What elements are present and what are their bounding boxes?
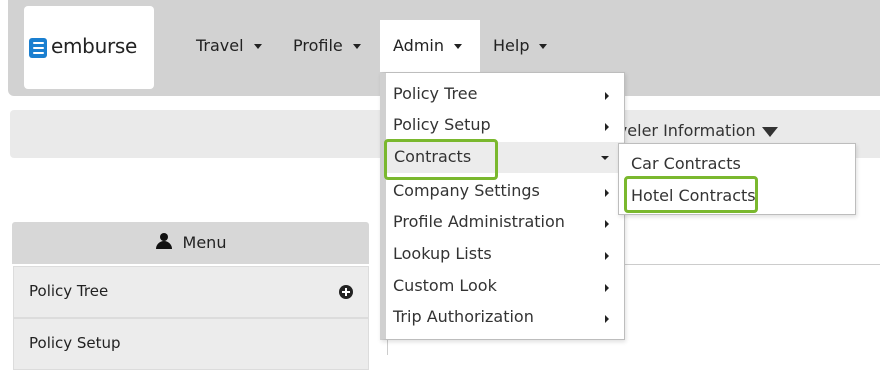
menu-item-label: Company Settings xyxy=(393,181,540,200)
nav-help-label: Help xyxy=(493,36,530,55)
chevron-right-icon xyxy=(605,189,609,197)
emburse-logo-icon xyxy=(29,38,47,58)
chevron-right-icon xyxy=(605,315,609,323)
admin-dropdown-menu: Policy Tree Policy Setup Contracts Compa… xyxy=(380,72,625,340)
nav-travel-label: Travel xyxy=(196,36,244,55)
nav-admin-label: Admin xyxy=(393,36,444,55)
admin-menu-item-trip-authorization[interactable]: Trip Authorization xyxy=(386,302,624,333)
admin-menu-item-policy-setup[interactable]: Policy Setup xyxy=(386,110,624,141)
admin-menu-item-profile-administration[interactable]: Profile Administration xyxy=(386,207,624,238)
nav-travel[interactable]: Travel xyxy=(196,20,262,72)
traveler-information-label: aveler Information xyxy=(608,121,756,140)
admin-menu-item-lookup-lists[interactable]: Lookup Lists xyxy=(386,239,624,270)
caret-down-icon xyxy=(539,44,548,49)
menu-item-label: Profile Administration xyxy=(393,212,565,231)
nav-profile-label: Profile xyxy=(293,36,343,55)
nav-help[interactable]: Help xyxy=(493,20,548,72)
contracts-highlight-outline xyxy=(384,139,498,180)
menu-item-label: Trip Authorization xyxy=(393,307,534,326)
nav-admin[interactable]: Admin xyxy=(380,20,480,72)
caret-down-icon xyxy=(454,44,462,49)
nav-profile[interactable]: Profile xyxy=(293,20,361,72)
submenu-item-car-contracts[interactable]: Car Contracts xyxy=(631,154,741,173)
sidebar-item-policy-tree[interactable]: Policy Tree xyxy=(13,266,369,318)
menu-item-label: Custom Look xyxy=(393,276,497,295)
logo[interactable]: emburse xyxy=(24,6,154,89)
menu-label: Menu xyxy=(182,233,227,252)
chevron-right-icon xyxy=(605,220,609,228)
chevron-right-icon xyxy=(605,92,609,100)
chevron-right-icon xyxy=(605,284,609,292)
menu-item-label: Lookup Lists xyxy=(393,244,492,263)
plus-circle-icon[interactable] xyxy=(339,285,353,299)
menu-item-label: Policy Setup xyxy=(393,115,491,134)
admin-menu-item-custom-look[interactable]: Custom Look xyxy=(386,271,624,302)
caret-down-icon xyxy=(761,126,778,137)
chevron-right-icon xyxy=(605,252,609,260)
sidebar-menu-header: Menu xyxy=(12,222,369,264)
traveler-information-dropdown[interactable]: aveler Information xyxy=(608,121,778,140)
admin-menu-item-policy-tree[interactable]: Policy Tree xyxy=(386,79,624,110)
caret-down-icon xyxy=(601,156,609,160)
hotel-contracts-highlight-outline xyxy=(624,176,758,213)
admin-menu-item-company-settings[interactable]: Company Settings xyxy=(386,176,624,207)
user-icon xyxy=(155,233,173,249)
caret-down-icon xyxy=(253,44,262,49)
sidebar-item-label: Policy Tree xyxy=(29,282,109,300)
logo-text: emburse xyxy=(51,34,138,58)
sidebar-item-policy-setup[interactable]: Policy Setup xyxy=(13,318,369,370)
menu-item-label: Policy Tree xyxy=(393,84,478,103)
caret-down-icon xyxy=(352,44,361,49)
chevron-right-icon xyxy=(605,123,609,131)
sidebar-item-label: Policy Setup xyxy=(29,334,121,352)
